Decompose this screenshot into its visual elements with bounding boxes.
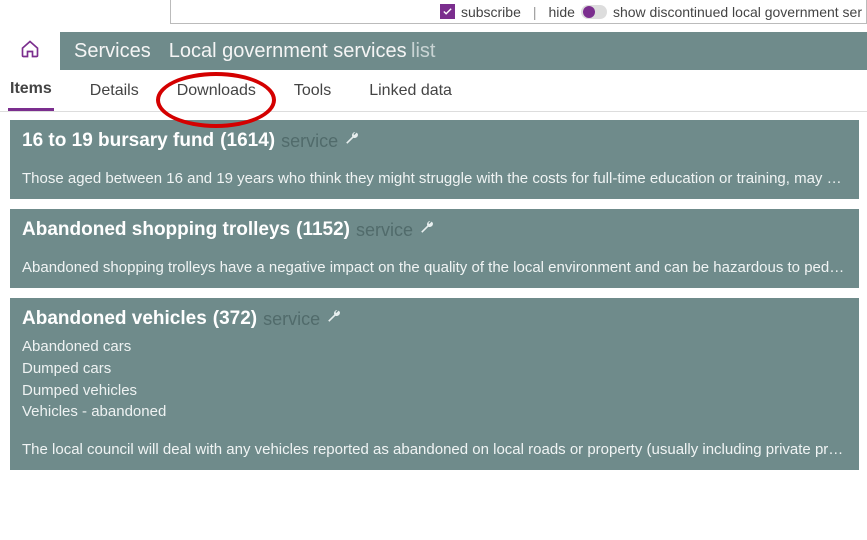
wrench-icon xyxy=(344,130,360,152)
list-item-tag: service xyxy=(356,220,413,241)
options-bar: subscribe | hide show discontinued local… xyxy=(170,0,867,24)
list-item-count: (372) xyxy=(213,308,257,330)
aka-entry: Vehicles - abandoned xyxy=(22,401,847,423)
home-button[interactable] xyxy=(0,32,60,70)
tab-linked-data[interactable]: Linked data xyxy=(367,70,454,111)
list-item-title: 16 to 19 bursary fund xyxy=(22,130,214,152)
breadcrumb-level2[interactable]: Local government services xyxy=(169,40,407,62)
discontinued-label: show discontinued local government ser xyxy=(613,4,862,20)
list-item[interactable]: Abandoned shopping trolleys (1152) servi… xyxy=(10,209,859,288)
wrench-icon xyxy=(326,308,342,330)
tab-tools[interactable]: Tools xyxy=(292,70,333,111)
discontinued-toggle[interactable] xyxy=(581,5,607,19)
list-item-title: Abandoned vehicles xyxy=(22,308,207,330)
divider: | xyxy=(533,4,537,20)
list-item[interactable]: 16 to 19 bursary fund (1614) service Tho… xyxy=(10,120,859,199)
aka-entry: Dumped cars xyxy=(22,358,847,380)
header-row: Services Local government services list xyxy=(0,32,867,70)
aka-entry: Dumped vehicles xyxy=(22,380,847,402)
aka-entry: Abandoned cars xyxy=(22,336,847,358)
breadcrumb-suffix: list xyxy=(411,40,435,62)
list-item-tag: service xyxy=(263,309,320,330)
tabs: Items Details Downloads Tools Linked dat… xyxy=(0,70,867,112)
subscribe-label: subscribe xyxy=(461,4,521,20)
tab-items[interactable]: Items xyxy=(8,70,54,111)
list-item-aka: Abandoned cars Dumped cars Dumped vehicl… xyxy=(22,336,847,423)
list-item[interactable]: Abandoned vehicles (372) service Abandon… xyxy=(10,298,859,470)
breadcrumb: Services Local government services list xyxy=(60,32,867,70)
breadcrumb-level1[interactable]: Services xyxy=(74,40,151,63)
wrench-icon xyxy=(419,219,435,241)
list-item-desc: Those aged between 16 and 19 years who t… xyxy=(22,170,847,187)
list-item-count: (1152) xyxy=(296,219,350,241)
list-item-tag: service xyxy=(281,131,338,152)
list-item-header: Abandoned shopping trolleys (1152) servi… xyxy=(22,219,847,241)
list-item-count: (1614) xyxy=(220,130,275,152)
subscribe-checkbox[interactable] xyxy=(440,4,455,19)
home-icon xyxy=(19,39,41,64)
list-item-header: Abandoned vehicles (372) service xyxy=(22,308,847,330)
list-item-desc: The local council will deal with any veh… xyxy=(22,441,847,458)
tab-details[interactable]: Details xyxy=(88,70,141,111)
list-item-header: 16 to 19 bursary fund (1614) service xyxy=(22,130,847,152)
list-item-desc: Abandoned shopping trolleys have a negat… xyxy=(22,259,847,276)
items-list: 16 to 19 bursary fund (1614) service Tho… xyxy=(0,112,867,470)
check-icon xyxy=(442,6,453,17)
hide-label: hide xyxy=(549,4,575,20)
tab-downloads[interactable]: Downloads xyxy=(175,70,258,111)
list-item-title: Abandoned shopping trolleys xyxy=(22,219,290,241)
